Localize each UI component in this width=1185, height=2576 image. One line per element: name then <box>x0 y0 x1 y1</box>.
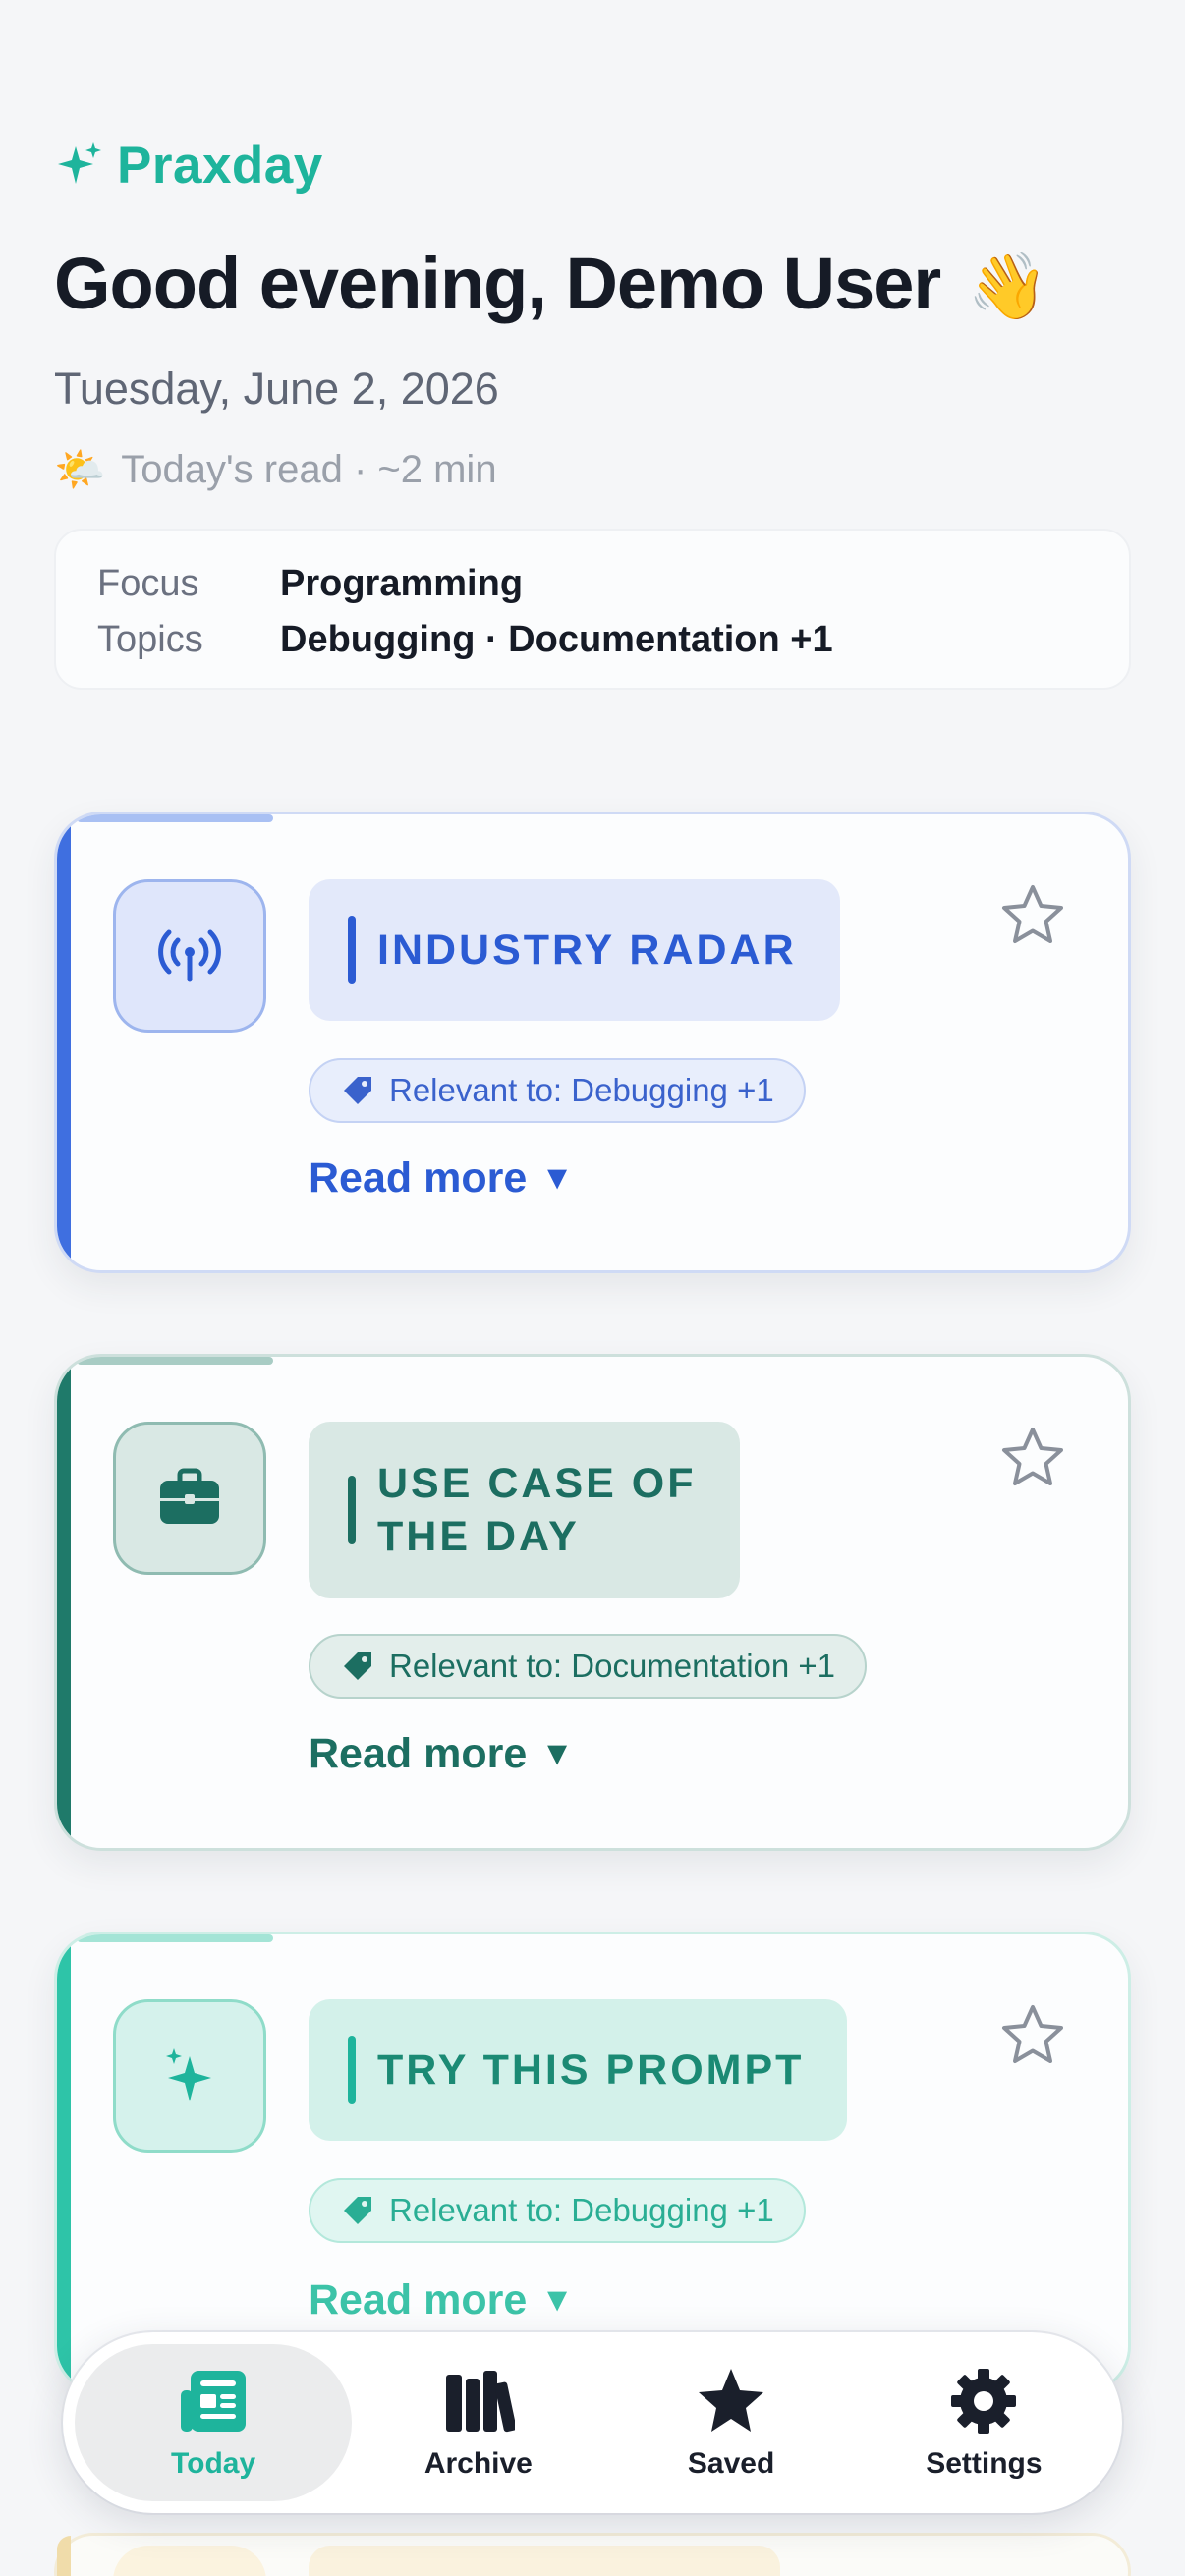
app-name: Praxday <box>117 137 323 195</box>
title-bar <box>348 916 356 984</box>
greeting-text: Good evening, Demo User <box>54 243 941 324</box>
triangle-down-icon: ▼ <box>540 1735 574 1772</box>
focus-value: Programming <box>280 563 524 604</box>
tag-icon <box>344 1077 371 1104</box>
card-accent-bar <box>57 2536 71 2576</box>
greeting: Good evening, Demo User 👋 <box>54 242 1048 325</box>
triangle-down-icon: ▼ <box>540 1159 574 1197</box>
card-accent-bar <box>57 1357 71 1848</box>
card-icon-box <box>113 1999 266 2153</box>
card-title-box <box>309 2546 780 2576</box>
card-title: USE CASE OF THE DAY <box>309 1422 740 1598</box>
relevance-tag: Relevant to: Debugging +1 <box>309 1058 806 1123</box>
nav-archive[interactable]: Archive <box>352 2344 604 2501</box>
tag-icon <box>344 1652 371 1680</box>
nav-archive-label: Archive <box>423 2447 533 2480</box>
focus-summary: Focus Programming Topics Debugging · Doc… <box>54 529 1131 690</box>
relevance-tag: Relevant to: Documentation +1 <box>309 1634 868 1699</box>
current-date: Tuesday, June 2, 2026 <box>54 364 499 414</box>
briefcase-icon <box>160 1468 219 1524</box>
relevance-text: Relevant to: Documentation +1 <box>389 1648 836 1684</box>
card-icon-box <box>113 879 266 1033</box>
card-icon-box <box>113 1422 266 1575</box>
title-bar <box>348 1476 356 1544</box>
star-outline-icon[interactable] <box>998 2001 1067 2070</box>
books-icon <box>445 2371 515 2433</box>
card-title: TRY THIS PROMPT <box>309 1999 848 2141</box>
tag-icon <box>344 2197 371 2224</box>
nav-settings[interactable]: Settings <box>858 2344 1110 2501</box>
read-more-button[interactable]: Read more ▼ <box>309 1730 574 1778</box>
bottom-nav: Today Archive Saved Settings <box>63 2332 1122 2513</box>
card-title-line1: USE CASE OF <box>377 1460 697 1507</box>
topics-row: Topics Debugging · Documentation +1 <box>97 612 1088 668</box>
read-time-text: Today's read · ~2 min <box>121 448 497 491</box>
card-accent-bar <box>57 814 71 1270</box>
card-title-text: INDUSTRY RADAR <box>377 926 797 974</box>
focus-label: Focus <box>97 563 199 604</box>
relevance-tag: Relevant to: Debugging +1 <box>309 2178 806 2243</box>
card-progress-line <box>77 814 273 822</box>
sparkle-icon <box>58 141 101 184</box>
topics-value: Debugging · Documentation +1 <box>280 619 833 660</box>
triangle-down-icon: ▼ <box>540 2281 574 2319</box>
topics-label: Topics <box>97 619 203 660</box>
gear-icon <box>951 2369 1017 2434</box>
card-title-line2: THE DAY <box>377 1513 580 1560</box>
card-try-this-prompt[interactable]: TRY THIS PROMPT Relevant to: Debugging +… <box>54 1932 1131 2393</box>
read-more-label: Read more <box>309 2276 528 2324</box>
card-progress-line <box>77 1934 273 1942</box>
card-progress-line <box>77 1357 273 1365</box>
star-icon <box>699 2369 764 2432</box>
sparkle-icon <box>166 2048 211 2101</box>
nav-today-label: Today <box>171 2447 256 2480</box>
read-more-button[interactable]: Read more ▼ <box>309 1154 574 1203</box>
nav-saved[interactable]: Saved <box>604 2344 857 2501</box>
relevance-text: Relevant to: Debugging +1 <box>389 2192 774 2228</box>
card-use-case-of-the-day[interactable]: USE CASE OF THE DAY Relevant to: Documen… <box>54 1354 1131 1851</box>
card-industry-radar[interactable]: INDUSTRY RADAR Relevant to: Debugging +1… <box>54 812 1131 1273</box>
read-more-label: Read more <box>309 1730 528 1777</box>
weather-icon: 🌤️ <box>54 446 106 492</box>
app-brand: Praxday <box>54 136 323 196</box>
card-icon-box <box>113 2546 266 2576</box>
card-title-text: TRY THIS PROMPT <box>377 2046 805 2094</box>
newspaper-icon <box>181 2371 247 2432</box>
star-outline-icon[interactable] <box>998 881 1067 950</box>
card-title: INDUSTRY RADAR <box>309 879 840 1021</box>
nav-settings-label: Settings <box>926 2447 1043 2480</box>
title-bar <box>348 2036 356 2104</box>
relevance-text: Relevant to: Debugging +1 <box>389 1072 774 1108</box>
card-accent-bar <box>57 1934 71 2390</box>
read-more-label: Read more <box>309 1154 528 1202</box>
focus-row: Focus Programming <box>97 556 1088 612</box>
nav-saved-label: Saved <box>687 2447 775 2480</box>
broadcast-icon <box>158 929 221 982</box>
read-time: 🌤️ Today's read · ~2 min <box>54 446 497 494</box>
nav-today[interactable]: Today <box>75 2344 353 2501</box>
star-outline-icon[interactable] <box>998 1424 1067 1492</box>
next-card-preview <box>54 2533 1131 2576</box>
read-more-button[interactable]: Read more ▼ <box>309 2276 574 2324</box>
waving-hand-icon: 👋 <box>967 250 1048 322</box>
